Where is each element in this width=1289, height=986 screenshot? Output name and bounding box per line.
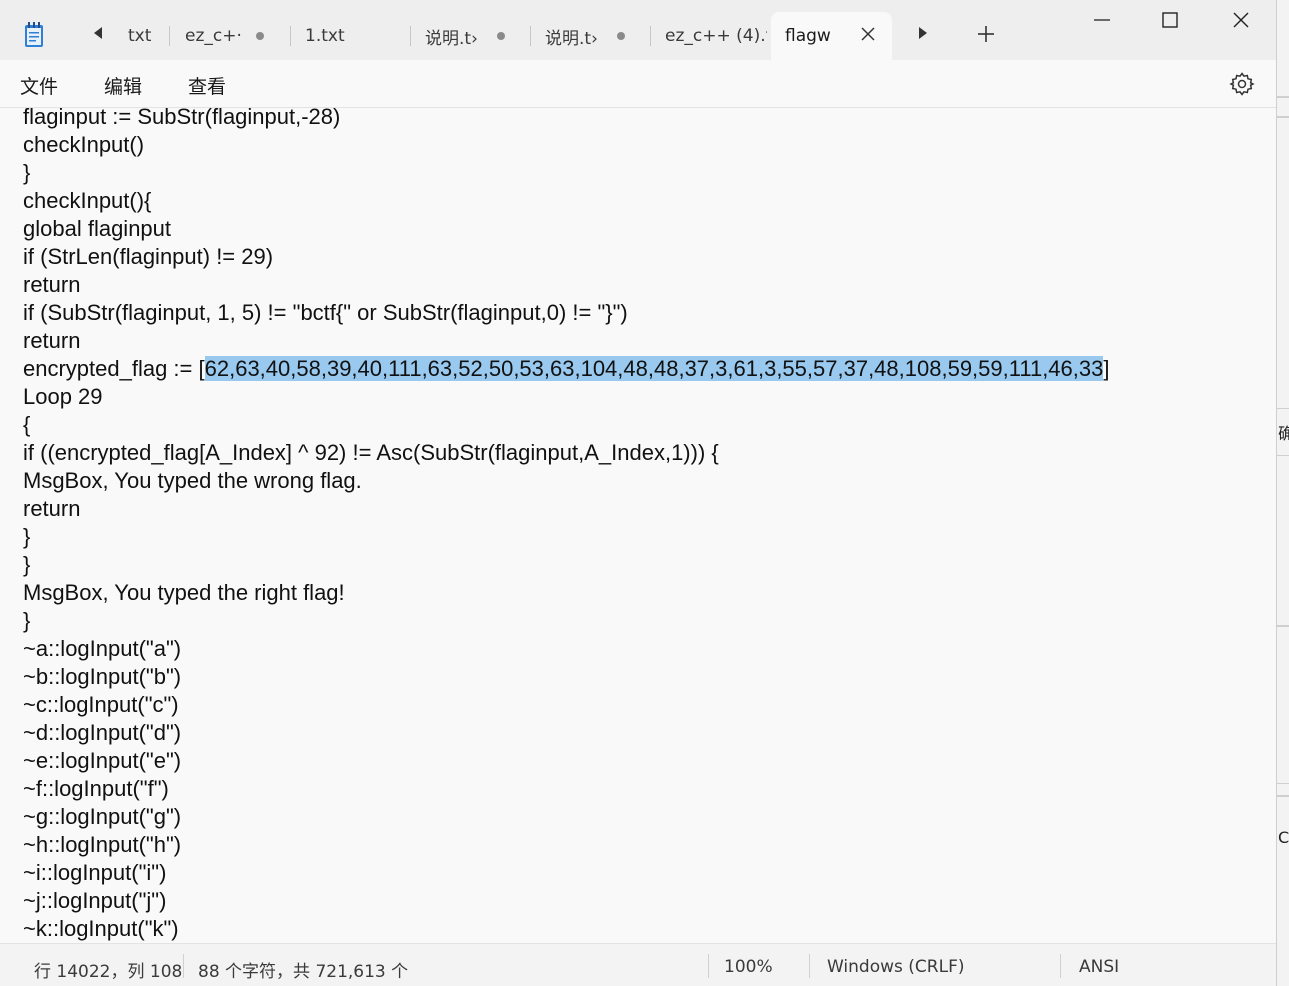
editor-line: checkInput() [23, 132, 145, 157]
tab-separator [169, 26, 170, 46]
editor-line: return [23, 496, 81, 521]
editor-line: MsgBox, You typed the right flag! [23, 580, 345, 605]
unsaved-dot-icon [497, 32, 505, 40]
tab-label: 说明.t› [425, 28, 478, 49]
menu-bar: 文件 编辑 查看 [0, 60, 1276, 108]
title-bar: txt ez_c+· 1.txt 说明.t› 说明.t› ez_c++ (4).… [0, 0, 1276, 60]
editor-line: } [23, 160, 31, 185]
editor-line: MsgBox, You typed the wrong flag. [23, 468, 362, 493]
tab-label: 说明.t› [545, 28, 598, 49]
selection-count: 88 个字符，共 721,613 个 [198, 962, 409, 982]
notepad-window: txt ez_c+· 1.txt 说明.t› 说明.t› ez_c++ (4).… [0, 0, 1277, 986]
new-tab-plus-icon[interactable] [976, 24, 996, 44]
editor-line: checkInput(){ [23, 188, 152, 213]
background-text: C [1278, 828, 1289, 847]
encoding[interactable]: ANSI [1079, 957, 1119, 977]
tab-label: ez_c++ (4).t› [665, 26, 767, 46]
editor-line: ~a::logInput("a") [23, 636, 182, 661]
edge-line [1277, 795, 1289, 797]
tab-ez-c[interactable]: ez_c+· [171, 12, 291, 60]
tab-label: txt [128, 26, 152, 46]
settings-gear-icon[interactable] [1229, 71, 1255, 97]
status-separator [183, 954, 184, 978]
line-text: encrypted_flag := [ [23, 356, 205, 381]
editor-line: ~f::logInput("f") [23, 776, 169, 801]
editor-line: return [23, 328, 81, 353]
edge-line [1277, 408, 1289, 409]
editor-line: ~k::logInput("k") [23, 916, 179, 941]
editor-line: ~g::logInput("g") [23, 804, 182, 829]
editor-line: } [23, 524, 31, 549]
editor-line: ~c::logInput("c") [23, 692, 179, 717]
editor-line: flaginput := SubStr(flaginput,-28) [23, 108, 341, 129]
editor-line: Loop 29 [23, 384, 103, 409]
notepad-app-icon [25, 22, 43, 47]
tab-ez-c-4[interactable]: ez_c++ (4).t› [651, 12, 771, 60]
cursor-position: 行 14022，列 108 [34, 962, 183, 982]
line-ending[interactable]: Windows (CRLF) [827, 957, 965, 977]
editor-line: ~b::logInput("b") [23, 664, 182, 689]
editor-line: ~j::logInput("j") [23, 888, 167, 913]
editor-line: if ((encrypted_flag[A_Index] ^ 92) != As… [23, 440, 719, 465]
close-tab-icon[interactable] [858, 24, 878, 44]
edge-line [1277, 783, 1289, 784]
editor-line: ~h::logInput("h") [23, 832, 182, 857]
background-window-edge: 确 C [1277, 0, 1289, 986]
tab-shuoming-1[interactable]: 说明.t› [411, 12, 531, 60]
tab-1-txt[interactable]: 1.txt [291, 12, 411, 60]
editor-line: } [23, 608, 31, 633]
menu-edit[interactable]: 编辑 [104, 72, 142, 99]
tab-flagw-active[interactable]: flagw [771, 12, 892, 60]
tab-txt[interactable]: txt [114, 12, 170, 60]
minimize-icon[interactable] [1090, 8, 1114, 32]
status-separator [809, 954, 810, 978]
tab-label: ez_c+· [185, 26, 242, 46]
edge-line [1277, 455, 1289, 456]
menu-view[interactable]: 查看 [188, 72, 226, 99]
maximize-icon[interactable] [1158, 8, 1182, 32]
text-editor-area[interactable]: ~k::logInput("k") ~j::logInput("j") ~i::lo… [0, 108, 1276, 943]
edge-line [1277, 625, 1289, 627]
scroll-tabs-left-icon[interactable] [92, 26, 104, 40]
unsaved-dot-icon [256, 32, 264, 40]
editor-line: { [23, 412, 31, 437]
editor-line: return [23, 272, 81, 297]
background-text: 确 [1278, 424, 1289, 443]
editor-line: if (StrLen(flaginput) != 29) [23, 244, 274, 269]
editor-line: if (SubStr(flaginput, 1, 5) != "bctf{" o… [23, 300, 628, 325]
status-bar: 行 14022，列 108 88 个字符，共 721,613 个 100% Wi… [0, 943, 1276, 986]
selected-text: 62,63,40,58,39,40,111,63,52,50,53,63,104… [204, 356, 1104, 381]
tab-shuoming-2[interactable]: 说明.t› [531, 12, 651, 60]
scroll-tabs-right-icon[interactable] [917, 26, 929, 40]
tab-label: flagw [785, 26, 831, 46]
status-separator [708, 954, 709, 978]
edge-line [1277, 116, 1289, 118]
editor-line: ~e::logInput("e") [23, 748, 182, 773]
editor-line: } [23, 552, 31, 577]
close-window-icon[interactable] [1229, 8, 1253, 32]
editor-line: encrypted_flag := [62,63,40,58,39,40,111… [23, 355, 1109, 383]
zoom-level[interactable]: 100% [724, 957, 773, 977]
unsaved-dot-icon [617, 32, 625, 40]
editor-line: global flaginput [23, 216, 172, 241]
status-separator [1060, 954, 1061, 978]
edge-line [1277, 96, 1289, 98]
tab-label: 1.txt [305, 26, 345, 46]
menu-file[interactable]: 文件 [20, 72, 58, 99]
editor-line: ~d::logInput("d") [23, 720, 182, 745]
editor-line: ~i::logInput("i") [23, 860, 167, 885]
line-text: ] [1103, 356, 1110, 381]
